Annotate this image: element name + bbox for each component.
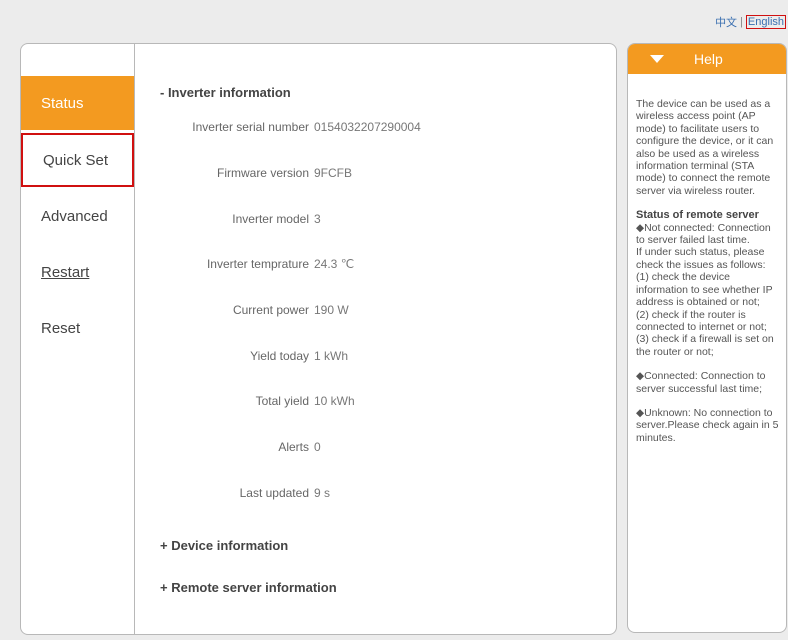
lang-separator: | [740, 16, 743, 28]
info-row: Firmware version 9FCFB [134, 166, 614, 182]
info-label: Inverter serial number [192, 120, 309, 134]
main-panel: Status Quick Set Advanced Restart Reset … [20, 43, 617, 635]
device-info-toggle[interactable]: + Device information [160, 538, 288, 553]
help-body: The device can be used as a wireless acc… [628, 74, 786, 444]
sidebar-nav: Status Quick Set Advanced Restart Reset [21, 44, 135, 634]
sidebar-item-label: Advanced [41, 207, 108, 225]
info-value: 9 s [314, 486, 331, 500]
help-status-title: Status of remote server [636, 209, 759, 222]
help-check-1: (1) check the device information to see … [636, 271, 773, 309]
info-value: 190 W [314, 303, 349, 317]
help-check-3: (3) check if a firewall is set on the ro… [636, 333, 774, 358]
sidebar-item-quick-set[interactable]: Quick Set [21, 133, 134, 187]
help-check-intro: If under such status, please check the i… [636, 246, 766, 271]
info-value: 3 [314, 212, 321, 226]
help-header[interactable]: Help [628, 44, 786, 74]
language-switcher: 中文 | English [715, 14, 786, 30]
info-label: Inverter model [232, 212, 309, 226]
sidebar-item-label: Quick Set [43, 151, 109, 169]
info-label: Current power [232, 303, 309, 317]
sidebar-item-advanced[interactable]: Advanced [21, 189, 134, 243]
info-row: Last updated 9 s [134, 486, 614, 502]
lang-english-link[interactable]: English [745, 15, 786, 29]
info-label: Total yield [255, 394, 309, 408]
sidebar-item-label: Restart [41, 263, 90, 281]
info-label: Inverter temprature [206, 257, 309, 271]
info-label: Alerts [278, 440, 309, 454]
info-value: 9FCFB [314, 166, 353, 180]
sidebar-item-reset[interactable]: Reset [21, 301, 134, 355]
info-row: Inverter serial number 0154032207290004 [134, 120, 614, 136]
help-not-connected: ◆Not connected: Connection to server fai… [636, 221, 771, 247]
info-row: Alerts 0 [134, 440, 614, 456]
remote-server-info-toggle[interactable]: + Remote server information [160, 580, 337, 595]
sidebar-item-label: Status [41, 94, 84, 112]
status-content: - Inverter information Inverter serial n… [134, 44, 616, 634]
collapse-triangle-icon [650, 55, 664, 63]
info-row: Inverter temprature 24.3 ℃ [134, 257, 614, 273]
lang-chinese-link[interactable]: 中文 [715, 14, 737, 30]
info-label: Yield today [250, 349, 309, 363]
inverter-info-toggle[interactable]: - Inverter information [160, 85, 291, 100]
help-title: Help [694, 51, 723, 67]
help-connected: ◆Connected: Connection to server success… [636, 370, 766, 395]
info-value: 0 [314, 440, 321, 454]
info-value: 24.3 ℃ [314, 257, 355, 271]
info-row: Current power 190 W [134, 303, 614, 319]
sidebar-item-restart[interactable]: Restart [21, 245, 134, 299]
info-value: 0154032207290004 [314, 120, 421, 134]
info-label: Firmware version [216, 166, 309, 180]
sidebar-item-label: Reset [41, 319, 81, 337]
help-check-2: (2) check if the router is connected to … [636, 308, 767, 333]
info-row: Inverter model 3 [134, 212, 614, 228]
help-intro: The device can be used as a wireless acc… [636, 98, 774, 197]
info-row: Total yield 10 kWh [134, 394, 614, 410]
info-row: Yield today 1 kWh [134, 349, 614, 365]
info-label: Last updated [239, 486, 309, 500]
help-unknown: ◆Unknown: No connection to server.Please… [636, 406, 779, 444]
help-panel: Help The device can be used as a wireles… [627, 43, 787, 633]
info-value: 10 kWh [314, 394, 355, 408]
sidebar-item-status[interactable]: Status [21, 76, 134, 130]
info-value: 1 kWh [314, 349, 349, 363]
